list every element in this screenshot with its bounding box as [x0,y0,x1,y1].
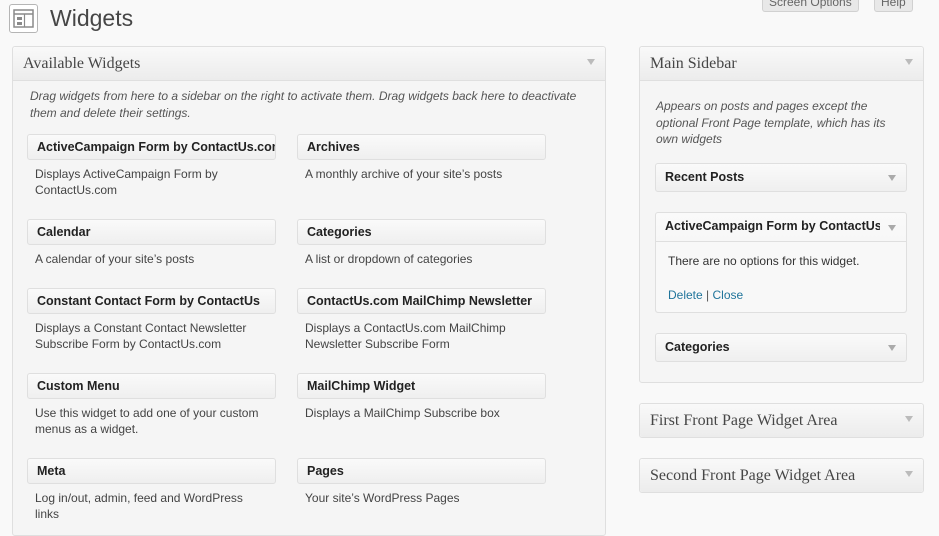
sidebar-widget-body: There are no options for this widget. De… [656,241,906,312]
page-title: Widgets [50,5,134,31]
sidebar-widget-categories[interactable]: Categories [655,333,907,362]
expand-arrow-icon[interactable] [888,225,896,231]
widget-description: A calendar of your site’s posts [35,252,195,266]
main-sidebar-description: Appears on posts and pages except the op… [656,99,886,146]
widget-description: Displays ActiveCampaign Form by ContactU… [35,167,218,197]
expand-arrow-icon[interactable] [888,175,896,181]
widget-description: A monthly archive of your site’s posts [305,167,503,181]
widget-contactus-mailchimp[interactable]: ContactUs.com MailChimp Newsletter [297,288,546,314]
sidebar-title: First Front Page Widget Area [650,412,838,429]
widget-constant-contact[interactable]: Constant Contact Form by ContactUs [27,288,276,314]
sidebar-widget-recent-posts[interactable]: Recent Posts [655,163,907,192]
sidebar-title: Second Front Page Widget Area [650,467,856,484]
widget-pages[interactable]: Pages [297,458,546,484]
delete-link[interactable]: Delete [668,288,703,302]
no-options-text: There are no options for this widget. [668,254,860,268]
expand-arrow-icon[interactable] [888,345,896,351]
widget-control-links: Delete | Close [668,288,743,302]
collapse-arrow-icon[interactable] [587,59,595,65]
available-widgets-title: Available Widgets [23,55,141,72]
available-widgets-header[interactable]: Available Widgets [13,47,605,81]
screen-options-button[interactable]: Screen Options [762,0,859,12]
widget-description: Your site’s WordPress Pages [305,491,460,505]
collapse-arrow-icon[interactable] [905,59,913,65]
widget-description: Displays a Constant Contact Newsletter S… [35,321,247,351]
widget-description: A list or dropdown of categories [305,252,473,266]
expand-arrow-icon[interactable] [905,416,913,422]
widget-custom-menu[interactable]: Custom Menu [27,373,276,399]
sidebar-widget-title: ActiveCampaign Form by ContactUs.com [665,219,880,233]
widget-calendar[interactable]: Calendar [27,219,276,245]
main-sidebar-header[interactable]: Main Sidebar [640,47,923,81]
link-separator: | [706,288,710,302]
sidebar-widget-title: Categories [665,340,730,354]
first-front-page-widget-area[interactable]: First Front Page Widget Area [639,403,924,438]
widget-description: Use this widget to add one of your custo… [35,406,259,436]
widget-categories[interactable]: Categories [297,219,546,245]
widget-meta[interactable]: Meta [27,458,276,484]
widgets-icon [9,4,38,33]
widget-description: Log in/out, admin, feed and WordPress li… [35,491,243,521]
close-link[interactable]: Close [713,288,744,302]
widget-description: Displays a MailChimp Subscribe box [305,406,500,420]
available-widgets-description: Drag widgets from here to a sidebar on t… [30,89,577,120]
main-sidebar-title: Main Sidebar [650,55,737,72]
widget-description: Displays a ContactUs.com MailChimp Newsl… [305,321,506,351]
help-button[interactable]: Help [874,0,913,12]
second-front-page-widget-area[interactable]: Second Front Page Widget Area [639,458,924,493]
widget-activecampaign[interactable]: ActiveCampaign Form by ContactUs.com [27,134,276,160]
widget-archives[interactable]: Archives [297,134,546,160]
widget-mailchimp[interactable]: MailChimp Widget [297,373,546,399]
sidebar-widget-activecampaign[interactable]: ActiveCampaign Form by ContactUs.com The… [655,212,907,313]
sidebar-widget-title: Recent Posts [665,170,745,184]
expand-arrow-icon[interactable] [905,471,913,477]
